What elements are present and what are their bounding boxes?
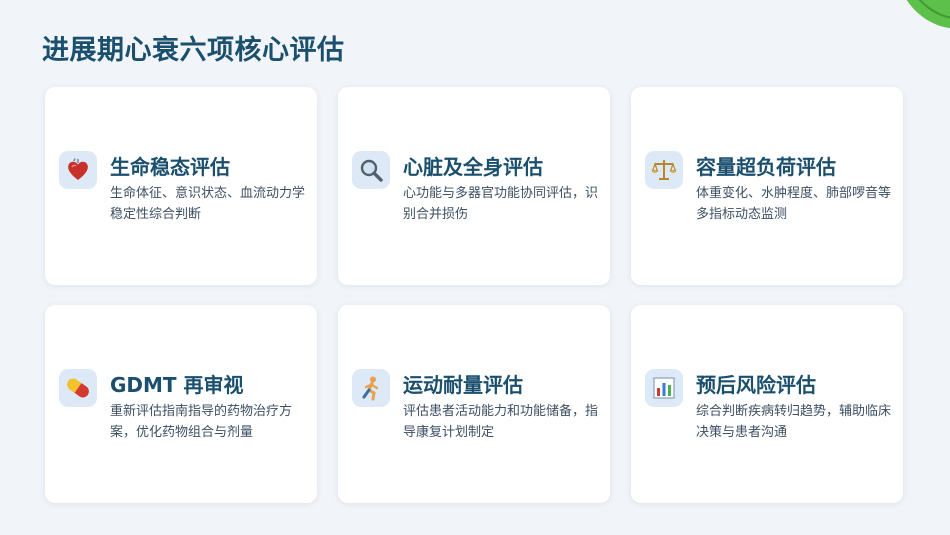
card-title: 运动耐量评估 — [403, 373, 523, 397]
card-description: 综合判断疾病转归趋势，辅助临床决策与患者沟通 — [696, 404, 892, 440]
balance-scale-icon — [651, 160, 677, 180]
card-description: 心功能与多器官功能协同评估，识别合并损伤 — [403, 186, 599, 222]
card-volume-overload: 容量超负荷评估 体重变化、水肿程度、肺部啰音等多指标动态监测 — [631, 87, 903, 285]
card-gdmt-review: GDMT 再审视 重新评估指南指导的药物治疗方案，优化药物组合与剂量 — [45, 305, 317, 503]
leaf-decoration-icon — [906, 0, 950, 29]
bar-chart-icon — [653, 377, 675, 399]
card-title: 生命稳态评估 — [110, 155, 230, 179]
card-title: 容量超负荷评估 — [696, 155, 836, 179]
card-vital-stability: 生命稳态评估 生命体征、意识状态、血流动力学稳定性综合判断 — [45, 87, 317, 285]
card-description: 评估患者活动能力和功能储备，指导康复计划制定 — [403, 404, 599, 440]
card-exercise-tolerance: 运动耐量评估 评估患者活动能力和功能储备，指导康复计划制定 — [338, 305, 610, 503]
card-title: 心脏及全身评估 — [403, 155, 543, 179]
card-description: 重新评估指南指导的药物治疗方案，优化药物组合与剂量 — [110, 404, 293, 440]
card-description: 体重变化、水肿程度、肺部啰音等多指标动态监测 — [696, 186, 892, 222]
runner-icon — [362, 376, 379, 401]
card-title: GDMT 再审视 — [110, 373, 244, 397]
heart-icon — [68, 158, 88, 180]
card-title: 预后风险评估 — [696, 373, 816, 397]
page-title: 进展期心衰六项核心评估 — [42, 35, 345, 66]
magnifier-icon — [360, 159, 383, 182]
card-prognosis-risk: 预后风险评估 综合判断疾病转归趋势，辅助临床决策与患者沟通 — [631, 305, 903, 503]
card-heart-systemic: 心脏及全身评估 心功能与多器官功能协同评估，识别合并损伤 — [338, 87, 610, 285]
pill-icon — [67, 378, 89, 398]
card-description: 生命体征、意识状态、血流动力学稳定性综合判断 — [110, 186, 306, 222]
